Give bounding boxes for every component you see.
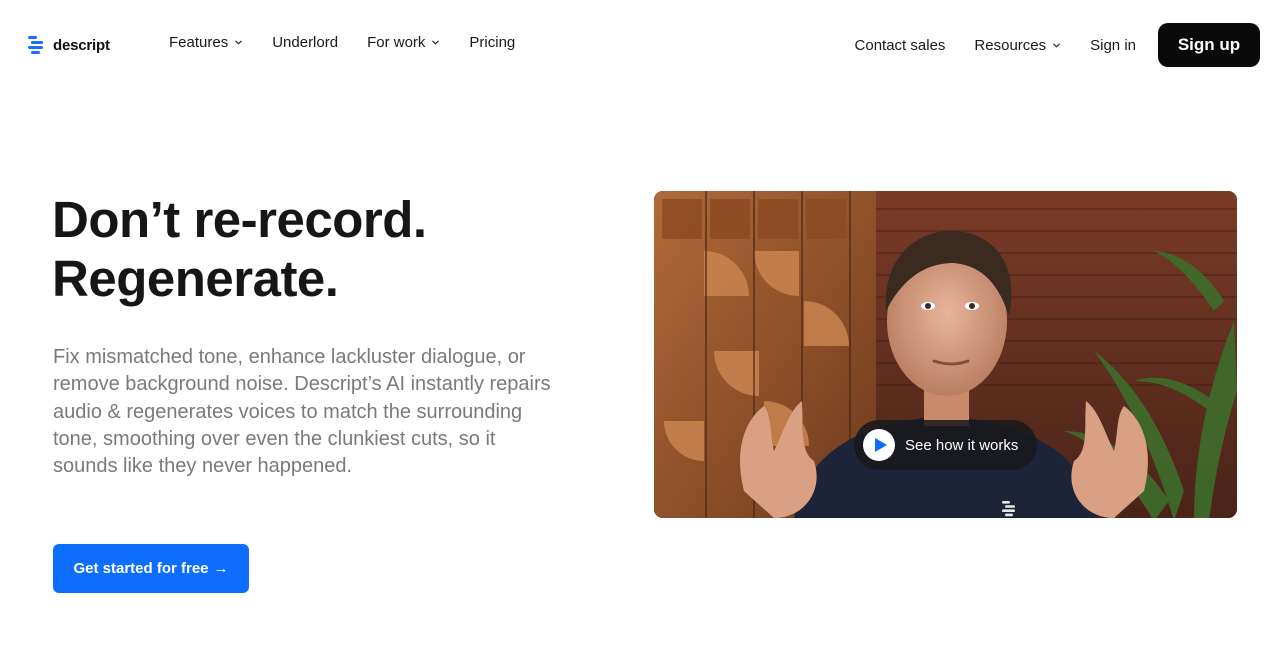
nav-item-label: Sign in — [1090, 36, 1136, 54]
descript-logo[interactable]: descript — [28, 34, 110, 56]
chevron-down-icon — [235, 40, 243, 45]
get-started-button[interactable]: Get started for free → — [53, 544, 249, 593]
arrow-right-icon: → — [213, 560, 229, 577]
see-how-it-works-button[interactable]: See how it works — [854, 420, 1037, 470]
nav-item-pricing[interactable]: Pricing — [469, 34, 515, 51]
nav-item-label: Underlord — [272, 34, 339, 51]
play-button[interactable] — [863, 429, 895, 461]
nav-item-resources[interactable]: Resources — [974, 37, 1061, 54]
sign-up-button[interactable]: Sign up — [1158, 23, 1260, 67]
nav-item-label: Contact sales — [854, 36, 946, 54]
hero-subtext: Fix mismatched tone, enhance lackluster … — [53, 346, 551, 478]
nav-item-label: Features — [169, 34, 229, 51]
descript-logo-icon — [28, 36, 43, 54]
cta-label: Get started for free — [73, 560, 209, 577]
nav-item-label: For work — [367, 34, 426, 51]
play-label: See how it works — [905, 436, 1019, 454]
nav-item-for-work[interactable]: For work — [367, 34, 440, 51]
hero-video[interactable]: See how it works — [654, 191, 1237, 518]
headline-line-1: Don’t re-record. — [52, 191, 427, 248]
secondary-nav: Contact sales Resources Sign in Sign up — [855, 23, 1260, 67]
headline-line-2: Regenerate. — [52, 250, 339, 307]
primary-nav: Features Underlord For work Pricing — [169, 34, 515, 51]
logo-wordmark: descript — [53, 36, 110, 54]
chevron-down-icon — [1053, 43, 1060, 47]
nav-item-label: Pricing — [469, 34, 516, 51]
site-header: descript Features Underlord For work Pri… — [0, 0, 1280, 90]
descript-logo-icon — [1002, 501, 1015, 517]
nav-item-contact-sales[interactable]: Contact sales — [855, 37, 946, 54]
chevron-down-icon — [432, 40, 440, 45]
nav-item-features[interactable]: Features — [169, 34, 243, 51]
nav-item-underlord[interactable]: Underlord — [272, 34, 338, 51]
hero-headline: Don’t re-record. Regenerate. — [52, 190, 572, 308]
play-icon — [874, 438, 887, 452]
nav-item-sign-in[interactable]: Sign in — [1090, 37, 1136, 54]
nav-item-label: Resources — [974, 36, 1047, 54]
